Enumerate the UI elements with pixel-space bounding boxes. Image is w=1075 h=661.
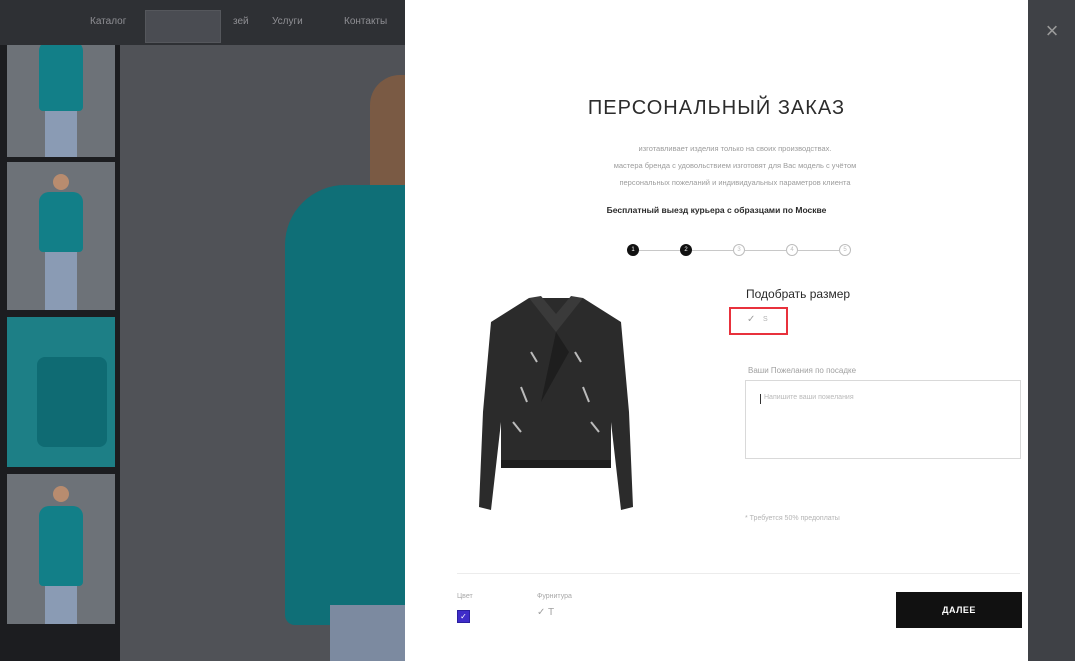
jacket-illustration — [479, 296, 633, 510]
thumbnail-3[interactable] — [7, 317, 115, 467]
nav-link-catalog[interactable]: Каталог — [90, 16, 126, 27]
step-1[interactable]: 1 — [627, 244, 639, 256]
checkmark-icon: ✓ — [747, 314, 756, 325]
size-label: Подобрать размер — [746, 287, 851, 301]
thumbnail-4[interactable] — [7, 474, 115, 624]
nav-link-services[interactable]: Услуги — [272, 16, 303, 27]
modal-title: ПЕРСОНАЛЬНЫЙ ЗАКАЗ — [587, 97, 846, 119]
size-value: S — [763, 316, 768, 323]
wishes-textarea[interactable]: Напишите ваши пожелания — [745, 380, 1021, 459]
description-line: мастера бренда с удовольствием изготовят… — [613, 161, 857, 170]
stepper-line — [798, 250, 839, 251]
close-icon[interactable]: × — [1041, 20, 1063, 42]
modal-description: изготавливает изделия только на своих пр… — [540, 140, 930, 191]
nav-link-contacts[interactable]: Контакты — [344, 16, 387, 27]
stepper-line — [745, 250, 786, 251]
next-button[interactable]: ДАЛЕЕ — [896, 592, 1022, 628]
step-4: 4 — [786, 244, 798, 256]
prepayment-footnote: * Требуется 50% предоплаты — [745, 515, 840, 522]
size-select[interactable]: ✓ S — [729, 307, 788, 335]
step-3: 3 — [733, 244, 745, 256]
nav-dropdown-box[interactable] — [145, 10, 221, 43]
nav-link-fragment[interactable]: зей — [233, 16, 249, 27]
stepper-line — [692, 250, 733, 251]
product-image-jacket — [471, 292, 641, 522]
footer-divider — [457, 573, 1020, 574]
stepper-line — [639, 250, 680, 251]
text-caret — [760, 394, 761, 404]
fittings-value[interactable]: ✓ T — [537, 607, 554, 618]
step-5: 5 — [839, 244, 851, 256]
fittings-label: Фурнитура — [537, 593, 572, 600]
personal-order-modal: × ПЕРСОНАЛЬНЫЙ ЗАКАЗ изготавливает издел… — [405, 0, 1058, 661]
description-line: изготавливает изделия только на своих пр… — [638, 144, 832, 153]
description-line: персональных пожеланий и индивидуальных … — [619, 178, 851, 187]
wishes-label: Ваши Пожелания по посадке — [748, 366, 857, 375]
wishes-placeholder: Напишите ваши пожелания — [764, 394, 854, 401]
background-right-strip — [1028, 0, 1075, 661]
courier-note: Бесплатный выезд курьера с образцами по … — [606, 205, 827, 215]
thumbnail-2[interactable] — [7, 162, 115, 310]
hero-image — [120, 45, 405, 661]
color-swatch[interactable]: ✓ — [457, 610, 470, 623]
color-label: Цвет — [457, 593, 473, 600]
top-navigation: Каталог зей Услуги Контакты — [0, 0, 405, 45]
thumbnail-strip — [0, 0, 120, 661]
order-stepper: 1 2 3 4 5 — [627, 244, 857, 258]
step-2[interactable]: 2 — [680, 244, 692, 256]
